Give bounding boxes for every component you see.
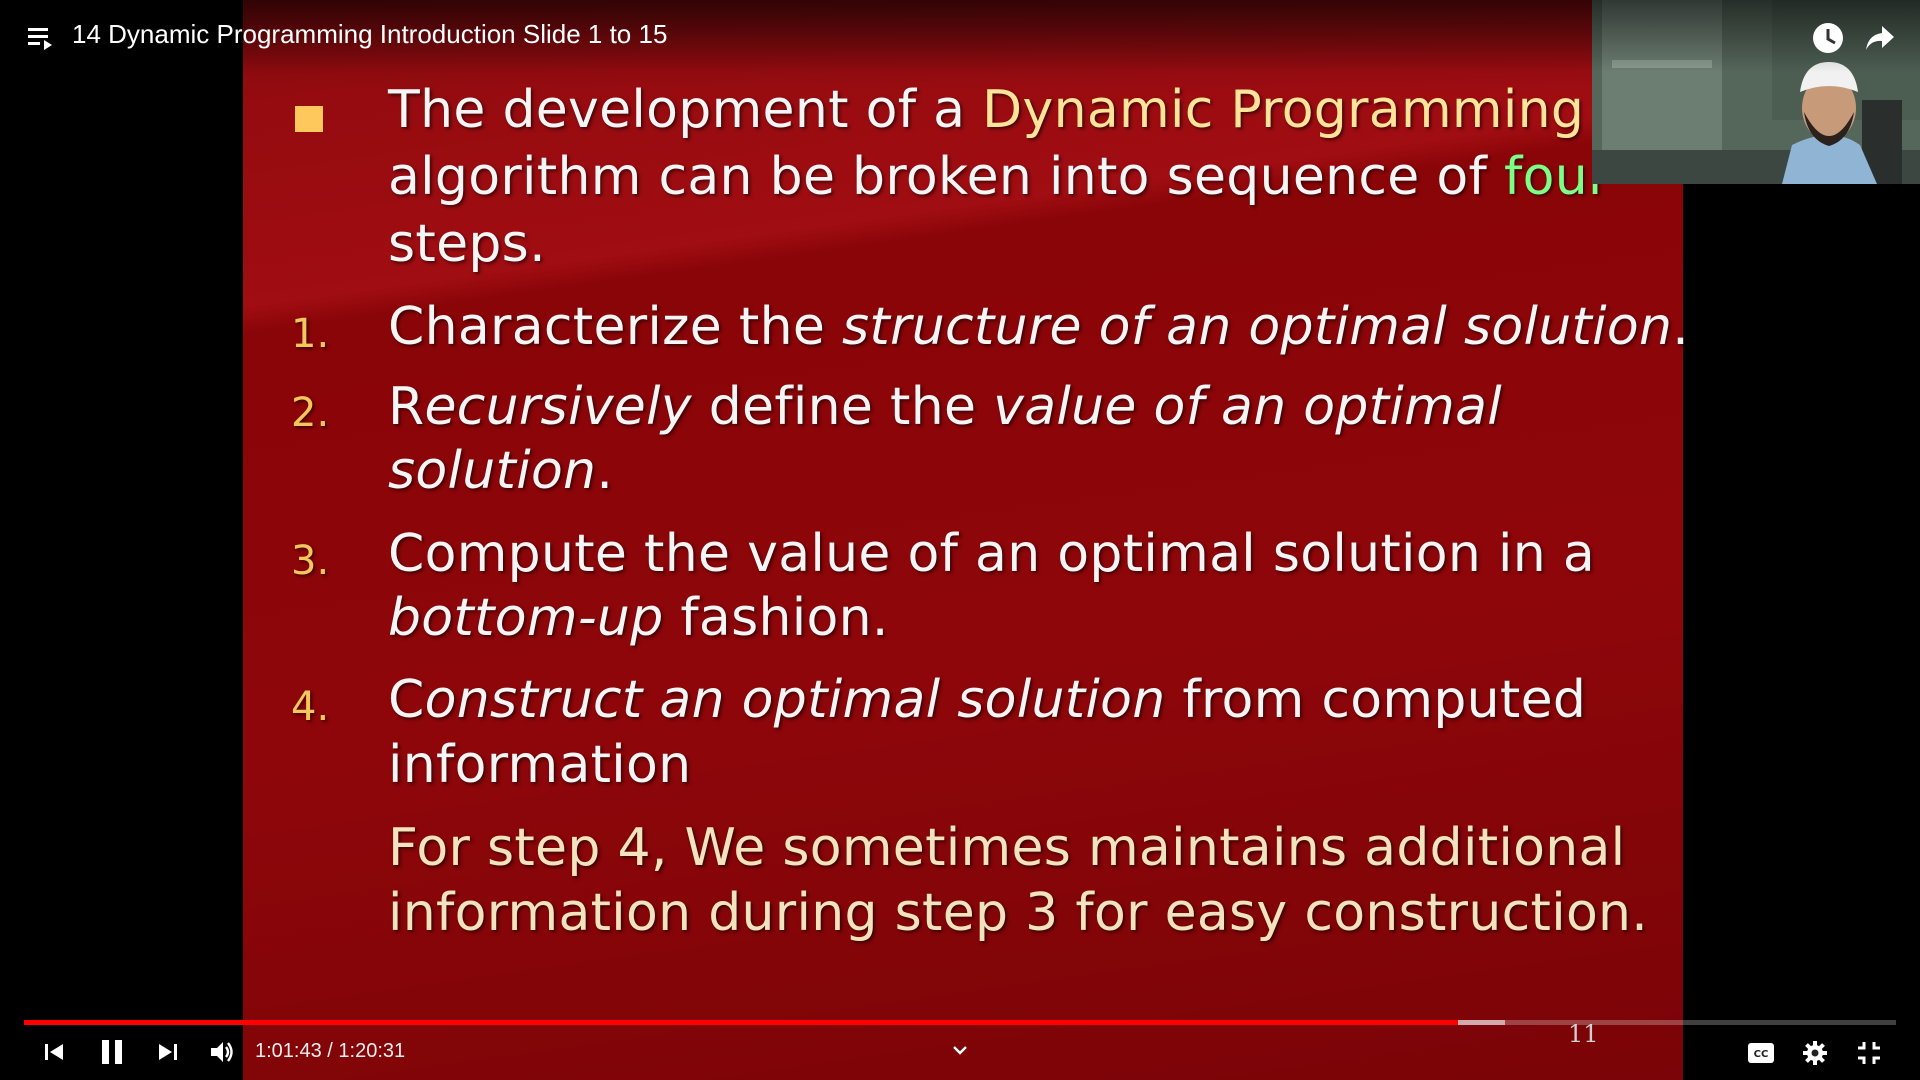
intro-line-1: The development of a Dynamic Programming [388,80,1584,140]
intro-text-3: steps. [388,214,546,274]
step-2-italic-1: ecursively [424,377,692,437]
step-3-number: 3. [291,538,330,584]
note-line-2: information during step 3 for easy const… [388,883,1649,943]
note-line-1: For step 4, We sometimes maintains addit… [388,818,1626,878]
step-4-text-2: information [388,735,692,795]
exit-fullscreen-icon[interactable] [1854,1038,1884,1068]
chevron-down-icon[interactable] [948,1040,972,1060]
share-icon[interactable] [1862,20,1898,56]
video-title[interactable]: 14 Dynamic Programming Introduction Slid… [72,19,667,50]
volume-icon[interactable] [208,1038,236,1066]
step-3-line-1: Compute the value of an optimal solution… [388,524,1595,584]
intro-highlight-dp: Dynamic Programming [982,80,1585,140]
step-4-italic: onstruct an optimal solution [424,670,1166,730]
previous-icon[interactable] [40,1038,68,1066]
step-2-period: . [596,441,614,501]
step-4-initial: C [388,670,425,730]
step-4-line-2: information [388,735,691,795]
intro-line-3: steps. [388,214,546,274]
step-1-italic: structure of an optimal solution [841,297,1673,357]
svg-text:CC: CC [1754,1049,1769,1060]
step-1-number: 1. [291,311,330,357]
step-2-number: 2. [291,390,330,436]
current-time: 1:01:43 [255,1040,322,1062]
progress-played [24,1020,1459,1025]
step-3-text: Compute the value of an optimal solution… [388,524,1595,584]
intro-text-1: The development of a [388,80,983,140]
step-4-number: 4. [291,684,330,730]
step-2-line-1: Recursively define the value of an optim… [388,377,1502,437]
step-3-line-2: bottom-up fashion. [388,588,889,648]
step-3-italic: bottom-up [388,588,664,648]
captions-icon[interactable]: CC [1746,1040,1776,1066]
clock-icon[interactable] [1810,20,1846,56]
progress-bar[interactable] [24,1020,1896,1025]
intro-line-2: algorithm can be broken into sequence of… [388,147,1610,207]
step-1-period: . [1672,297,1690,357]
bullet-square [295,106,323,132]
step-3-text-2: fashion. [663,588,889,648]
step-2-italic-3: solution [388,441,597,501]
step-2-italic-2: value of an optimal [993,377,1503,437]
pause-icon[interactable] [96,1036,128,1068]
top-bar: 14 Dynamic Programming Introduction Slid… [0,0,1920,72]
step-4-line-1: Construct an optimal solution from compu… [388,670,1586,730]
slide: The development of a Dynamic Programming… [243,0,1689,1080]
next-icon[interactable] [154,1038,182,1066]
gear-icon[interactable] [1800,1038,1830,1068]
step-1-text: Characterize the [388,297,842,357]
intro-text-2: algorithm can be broken into sequence of [388,147,1504,207]
duration: 1:20:31 [338,1040,406,1062]
step-1-line: Characterize the structure of an optimal… [388,297,1689,357]
time-separator: / [327,1040,333,1062]
playlist-icon[interactable] [26,24,54,52]
step-2-line-2: solution. [388,441,613,501]
step-2-initial: R [388,377,425,437]
step-4-text: from computed [1165,670,1587,730]
step-2-text: define the [691,377,994,437]
time-display: 1:01:43 / 1:20:31 [255,1040,405,1063]
